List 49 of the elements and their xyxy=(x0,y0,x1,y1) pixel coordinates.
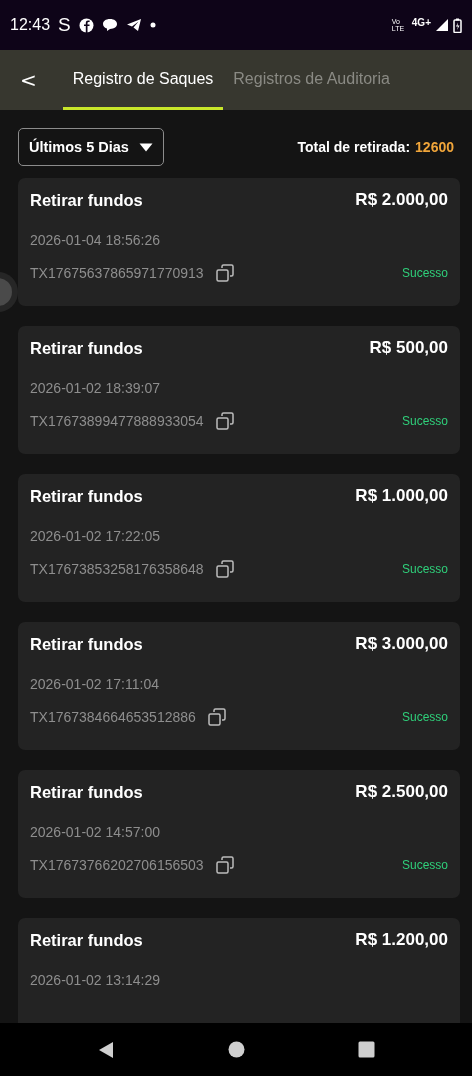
status-label: Sucesso xyxy=(401,266,448,280)
total-label: Total de retirada: xyxy=(297,139,411,155)
record-title: Retirar fundos xyxy=(30,930,143,950)
record-title: Retirar fundos xyxy=(30,782,143,802)
transaction-id: TX17673853258176358648 xyxy=(30,561,204,577)
home-icon[interactable] xyxy=(228,1041,245,1058)
round-app-icon xyxy=(78,17,94,33)
transaction-id: TX1767384664653512886 xyxy=(30,709,196,725)
record-amount: R$ 2.500,00 xyxy=(355,782,448,802)
record-amount: R$ 3.000,00 xyxy=(355,634,448,654)
clock-time: 12:43 xyxy=(10,16,51,34)
transaction-id: TX17675637865971770913 xyxy=(30,265,204,281)
app-notification-icon: S xyxy=(58,14,71,36)
copy-icon[interactable] xyxy=(207,708,226,726)
signal-icon xyxy=(435,18,449,32)
back-button[interactable]: < xyxy=(14,50,51,110)
record-title: Retirar fundos xyxy=(30,338,143,358)
record-title: Retirar fundos xyxy=(30,634,143,654)
record-datetime: 2026-01-02 13:14:29 xyxy=(30,972,161,988)
battery-icon xyxy=(453,17,462,33)
total-value: 12600 xyxy=(415,139,454,155)
status-label: Sucesso xyxy=(401,858,448,872)
transaction-id: TX17673766202706156503 xyxy=(30,857,204,873)
record-datetime: 2026-01-02 14:57:00 xyxy=(30,824,161,840)
record-datetime: 2026-01-04 18:56:26 xyxy=(30,232,161,248)
record-datetime: 2026-01-02 17:22:05 xyxy=(30,528,161,544)
transaction-id: TX17673899477888933054 xyxy=(30,413,204,429)
copy-icon[interactable] xyxy=(215,560,234,578)
status-label: Sucesso xyxy=(401,414,448,428)
dot-icon xyxy=(149,22,156,28)
record-title: Retirar fundos xyxy=(30,486,143,506)
period-dropdown[interactable]: Últimos 5 Dias xyxy=(18,128,164,166)
record-amount: R$ 2.000,00 xyxy=(355,190,448,210)
caret-icon xyxy=(138,142,153,152)
copy-icon[interactable] xyxy=(215,264,234,282)
network-type: 4G+ xyxy=(411,16,431,28)
record-amount: R$ 1.200,00 xyxy=(355,930,448,950)
chat-bubble-icon xyxy=(101,18,118,32)
record-title: Retirar fundos xyxy=(30,190,143,210)
record-datetime: 2026-01-02 18:39:07 xyxy=(30,380,161,396)
status-label: Sucesso xyxy=(401,562,448,576)
record-datetime: 2026-01-02 17:11:04 xyxy=(30,676,160,692)
status-label: Sucesso xyxy=(401,710,448,724)
recents-icon[interactable] xyxy=(358,1041,376,1058)
record-amount: R$ 500,00 xyxy=(369,338,448,358)
record-amount: R$ 1.000,00 xyxy=(355,486,448,506)
copy-icon[interactable] xyxy=(215,856,234,874)
paper-plane-icon xyxy=(125,18,142,32)
copy-icon[interactable] xyxy=(215,412,234,430)
